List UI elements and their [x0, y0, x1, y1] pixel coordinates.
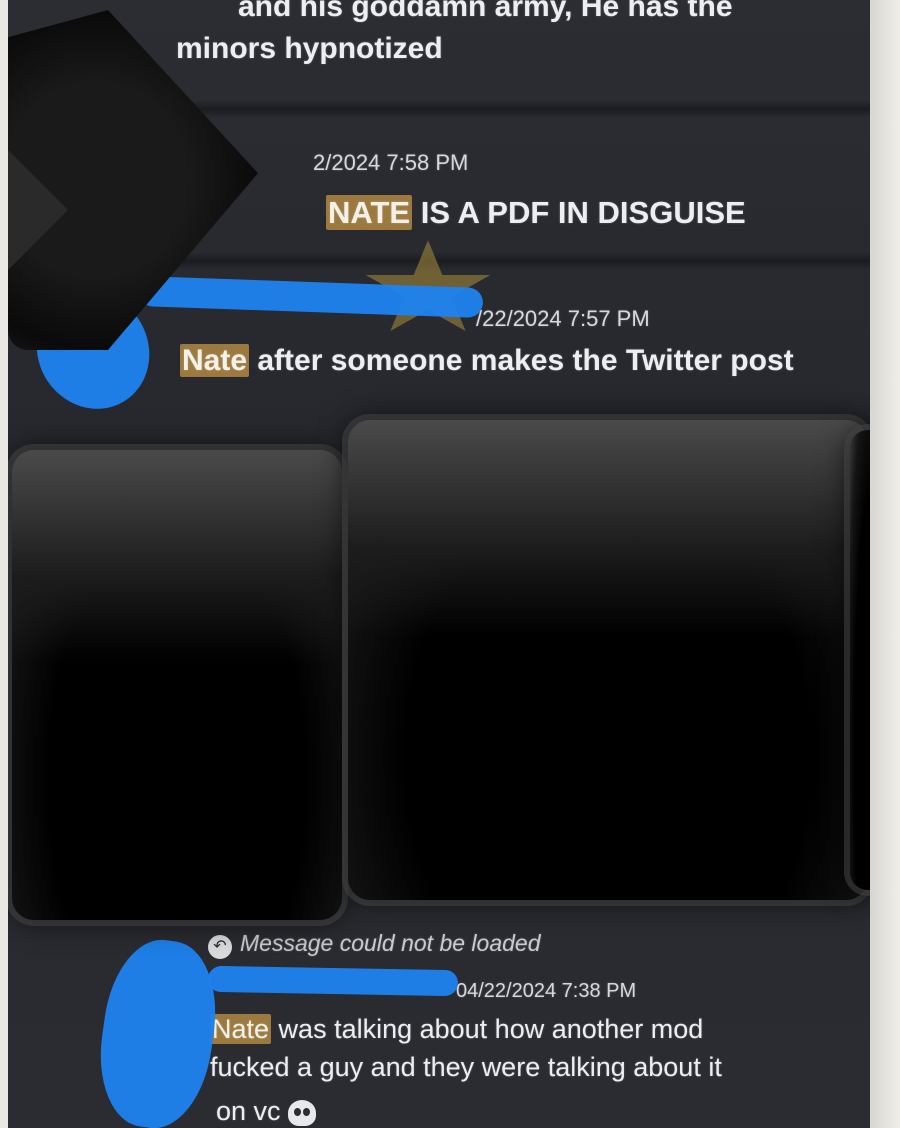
message-3-timestamp: /22/2024 7:57 PM	[476, 306, 650, 331]
privacy-overlay-center	[348, 420, 868, 900]
privacy-overlay-left	[12, 450, 342, 920]
message-4-timestamp: 04/22/2024 7:38 PM	[456, 980, 637, 1002]
mention-nate[interactable]: Nate	[180, 344, 250, 377]
tile-highlight	[12, 450, 342, 662]
skull-emoji-icon	[288, 1099, 317, 1126]
mention-nate[interactable]: NATE	[326, 195, 413, 230]
message-1-line-2: minors hypnotized	[176, 32, 443, 65]
message-4-line-3: on vc	[216, 1096, 317, 1127]
message-2-text: IS A PDF IN DISGUISE	[412, 195, 746, 230]
reply-preview[interactable]: ↶ Message could not be loaded	[208, 930, 541, 959]
reply-preview-text: Message could not be loaded	[240, 930, 541, 956]
redaction-scribble	[207, 965, 459, 997]
redaction-scribble	[90, 933, 226, 1128]
tile-highlight	[348, 420, 868, 636]
chat-screen: and his goddamn army, He has the minors …	[8, 0, 870, 1128]
message-1-line-1: and his goddamn army, He has the	[238, 0, 733, 23]
message-4-text-3: on vc	[216, 1096, 281, 1126]
privacy-overlay-right	[850, 430, 870, 890]
message-4-text-1: was talking about how another mod	[271, 1014, 704, 1044]
message-2-timestamp: 2/2024 7:58 PM	[313, 150, 469, 175]
message-4-line-2: fucked a guy and they were talking about…	[210, 1052, 722, 1082]
message-3-text: after someone makes the Twitter post	[249, 344, 794, 377]
reply-arrow-icon: ↶	[208, 934, 232, 959]
message-2-content: NATE IS A PDF IN DISGUISE	[326, 195, 746, 231]
mention-nate[interactable]: Nate	[210, 1014, 272, 1044]
message-4-line-1: Nate was talking about how another mod	[210, 1014, 703, 1045]
message-3-content: Nate after someone makes the Twitter pos…	[180, 344, 794, 378]
